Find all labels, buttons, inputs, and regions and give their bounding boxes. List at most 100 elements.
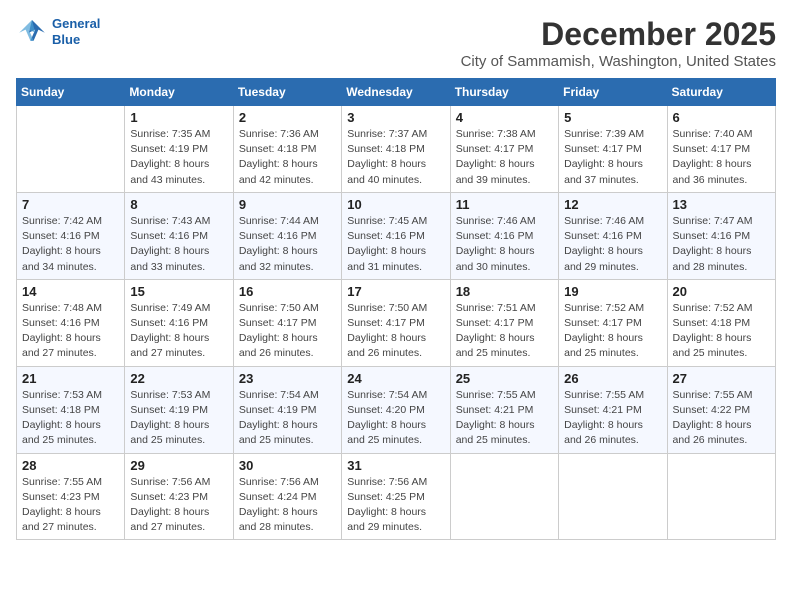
calendar-cell: 17Sunrise: 7:50 AM Sunset: 4:17 PM Dayli… xyxy=(342,279,450,366)
day-info: Sunrise: 7:49 AM Sunset: 4:16 PM Dayligh… xyxy=(130,301,227,362)
day-info: Sunrise: 7:39 AM Sunset: 4:17 PM Dayligh… xyxy=(564,127,661,188)
day-number: 16 xyxy=(239,284,336,299)
day-info: Sunrise: 7:54 AM Sunset: 4:19 PM Dayligh… xyxy=(239,388,336,449)
day-info: Sunrise: 7:55 AM Sunset: 4:22 PM Dayligh… xyxy=(673,388,770,449)
day-info: Sunrise: 7:42 AM Sunset: 4:16 PM Dayligh… xyxy=(22,214,119,275)
calendar-cell: 13 Sunrise: 7:47 AM Sunset: 4:16 PM Dayli… xyxy=(667,192,775,279)
day-number: 2 xyxy=(239,110,336,125)
day-info: Sunrise: 7:50 AM Sunset: 4:17 PM Dayligh… xyxy=(347,301,444,362)
weekday-header-tuesday: Tuesday xyxy=(233,79,341,106)
calendar-cell: 18Sunrise: 7:51 AM Sunset: 4:17 PM Dayli… xyxy=(450,279,558,366)
weekday-header-saturday: Saturday xyxy=(667,79,775,106)
weekday-header-thursday: Thursday xyxy=(450,79,558,106)
weekday-header-friday: Friday xyxy=(559,79,667,106)
calendar-cell: 11Sunrise: 7:46 AM Sunset: 4:16 PM Dayli… xyxy=(450,192,558,279)
calendar-cell: 6 Sunrise: 7:40 AM Sunset: 4:17 PM Daylig… xyxy=(667,106,775,193)
calendar-cell: 26 Sunrise: 7:55 AM Sunset: 4:21 PM Dayli… xyxy=(559,366,667,453)
day-number: 3 xyxy=(347,110,444,125)
day-info: Sunrise: 7:43 AM Sunset: 4:16 PM Dayligh… xyxy=(130,214,227,275)
logo-icon xyxy=(16,18,48,46)
calendar-week-1: 7 Sunrise: 7:42 AM Sunset: 4:16 PM Daylig… xyxy=(17,192,776,279)
day-number: 22 xyxy=(130,371,227,386)
calendar-cell xyxy=(559,453,667,540)
calendar-cell: 7 Sunrise: 7:42 AM Sunset: 4:16 PM Daylig… xyxy=(17,192,125,279)
day-number: 6 xyxy=(673,110,770,125)
day-number: 21 xyxy=(22,371,119,386)
day-number: 9 xyxy=(239,197,336,212)
day-info: Sunrise: 7:40 AM Sunset: 4:17 PM Dayligh… xyxy=(673,127,770,188)
day-number: 28 xyxy=(22,458,119,473)
calendar-cell: 31 Sunrise: 7:56 AM Sunset: 4:25 PM Dayli… xyxy=(342,453,450,540)
day-info: Sunrise: 7:46 AM Sunset: 4:16 PM Dayligh… xyxy=(564,214,661,275)
weekday-header-wednesday: Wednesday xyxy=(342,79,450,106)
day-info: Sunrise: 7:52 AM Sunset: 4:17 PM Dayligh… xyxy=(564,301,661,362)
calendar-cell: 4 Sunrise: 7:38 AM Sunset: 4:17 PM Daylig… xyxy=(450,106,558,193)
calendar-cell: 12 Sunrise: 7:46 AM Sunset: 4:16 PM Dayli… xyxy=(559,192,667,279)
calendar-week-2: 14 Sunrise: 7:48 AM Sunset: 4:16 PM Dayli… xyxy=(17,279,776,366)
day-info: Sunrise: 7:56 AM Sunset: 4:24 PM Dayligh… xyxy=(239,475,336,536)
calendar-cell: 8 Sunrise: 7:43 AM Sunset: 4:16 PM Daylig… xyxy=(125,192,233,279)
day-number: 30 xyxy=(239,458,336,473)
calendar-week-4: 28 Sunrise: 7:55 AM Sunset: 4:23 PM Dayli… xyxy=(17,453,776,540)
calendar-cell: 23Sunrise: 7:54 AM Sunset: 4:19 PM Dayli… xyxy=(233,366,341,453)
calendar-cell: 20 Sunrise: 7:52 AM Sunset: 4:18 PM Dayli… xyxy=(667,279,775,366)
calendar-cell: 10 Sunrise: 7:45 AM Sunset: 4:16 PM Dayli… xyxy=(342,192,450,279)
day-info: Sunrise: 7:38 AM Sunset: 4:17 PM Dayligh… xyxy=(456,127,553,188)
day-number: 19 xyxy=(564,284,661,299)
calendar-cell: 3 Sunrise: 7:37 AM Sunset: 4:18 PM Daylig… xyxy=(342,106,450,193)
calendar-week-3: 21 Sunrise: 7:53 AM Sunset: 4:18 PM Dayli… xyxy=(17,366,776,453)
weekday-header-sunday: Sunday xyxy=(17,79,125,106)
calendar-cell xyxy=(17,106,125,193)
day-info: Sunrise: 7:54 AM Sunset: 4:20 PM Dayligh… xyxy=(347,388,444,449)
day-info: Sunrise: 7:35 AM Sunset: 4:19 PM Dayligh… xyxy=(130,127,227,188)
title-section: December 2025 City of Sammamish, Washing… xyxy=(461,16,776,70)
day-number: 26 xyxy=(564,371,661,386)
day-number: 14 xyxy=(22,284,119,299)
calendar-header-row: SundayMondayTuesdayWednesdayThursdayFrid… xyxy=(17,79,776,106)
day-info: Sunrise: 7:44 AM Sunset: 4:16 PM Dayligh… xyxy=(239,214,336,275)
calendar-cell: 15Sunrise: 7:49 AM Sunset: 4:16 PM Dayli… xyxy=(125,279,233,366)
day-info: Sunrise: 7:55 AM Sunset: 4:21 PM Dayligh… xyxy=(564,388,661,449)
day-info: Sunrise: 7:51 AM Sunset: 4:17 PM Dayligh… xyxy=(456,301,553,362)
day-number: 10 xyxy=(347,197,444,212)
day-number: 11 xyxy=(456,197,553,212)
day-info: Sunrise: 7:52 AM Sunset: 4:18 PM Dayligh… xyxy=(673,301,770,362)
logo-text: General Blue xyxy=(52,16,100,47)
calendar-table: SundayMondayTuesdayWednesdayThursdayFrid… xyxy=(16,78,776,540)
day-info: Sunrise: 7:53 AM Sunset: 4:18 PM Dayligh… xyxy=(22,388,119,449)
day-number: 1 xyxy=(130,110,227,125)
day-number: 4 xyxy=(456,110,553,125)
day-info: Sunrise: 7:37 AM Sunset: 4:18 PM Dayligh… xyxy=(347,127,444,188)
day-info: Sunrise: 7:47 AM Sunset: 4:16 PM Dayligh… xyxy=(673,214,770,275)
day-number: 13 xyxy=(673,197,770,212)
day-number: 8 xyxy=(130,197,227,212)
weekday-header-monday: Monday xyxy=(125,79,233,106)
calendar-cell: 2 Sunrise: 7:36 AM Sunset: 4:18 PM Daylig… xyxy=(233,106,341,193)
month-title: December 2025 xyxy=(461,16,776,53)
calendar-cell: 29Sunrise: 7:56 AM Sunset: 4:23 PM Dayli… xyxy=(125,453,233,540)
page-header: General Blue December 2025 City of Samma… xyxy=(16,16,776,70)
day-info: Sunrise: 7:55 AM Sunset: 4:23 PM Dayligh… xyxy=(22,475,119,536)
calendar-cell xyxy=(667,453,775,540)
day-number: 20 xyxy=(673,284,770,299)
calendar-cell: 16Sunrise: 7:50 AM Sunset: 4:17 PM Dayli… xyxy=(233,279,341,366)
calendar-cell: 30 Sunrise: 7:56 AM Sunset: 4:24 PM Dayli… xyxy=(233,453,341,540)
location-title: City of Sammamish, Washington, United St… xyxy=(461,53,776,70)
day-info: Sunrise: 7:36 AM Sunset: 4:18 PM Dayligh… xyxy=(239,127,336,188)
day-info: Sunrise: 7:56 AM Sunset: 4:23 PM Dayligh… xyxy=(130,475,227,536)
day-number: 31 xyxy=(347,458,444,473)
day-info: Sunrise: 7:48 AM Sunset: 4:16 PM Dayligh… xyxy=(22,301,119,362)
calendar-cell: 9 Sunrise: 7:44 AM Sunset: 4:16 PM Daylig… xyxy=(233,192,341,279)
day-info: Sunrise: 7:56 AM Sunset: 4:25 PM Dayligh… xyxy=(347,475,444,536)
day-info: Sunrise: 7:45 AM Sunset: 4:16 PM Dayligh… xyxy=(347,214,444,275)
calendar-cell: 1 Sunrise: 7:35 AM Sunset: 4:19 PM Daylig… xyxy=(125,106,233,193)
day-number: 12 xyxy=(564,197,661,212)
calendar-cell: 24Sunrise: 7:54 AM Sunset: 4:20 PM Dayli… xyxy=(342,366,450,453)
calendar-cell: 22Sunrise: 7:53 AM Sunset: 4:19 PM Dayli… xyxy=(125,366,233,453)
calendar-cell: 19 Sunrise: 7:52 AM Sunset: 4:17 PM Dayli… xyxy=(559,279,667,366)
day-number: 27 xyxy=(673,371,770,386)
day-number: 25 xyxy=(456,371,553,386)
day-number: 7 xyxy=(22,197,119,212)
calendar-week-0: 1 Sunrise: 7:35 AM Sunset: 4:19 PM Daylig… xyxy=(17,106,776,193)
day-info: Sunrise: 7:55 AM Sunset: 4:21 PM Dayligh… xyxy=(456,388,553,449)
